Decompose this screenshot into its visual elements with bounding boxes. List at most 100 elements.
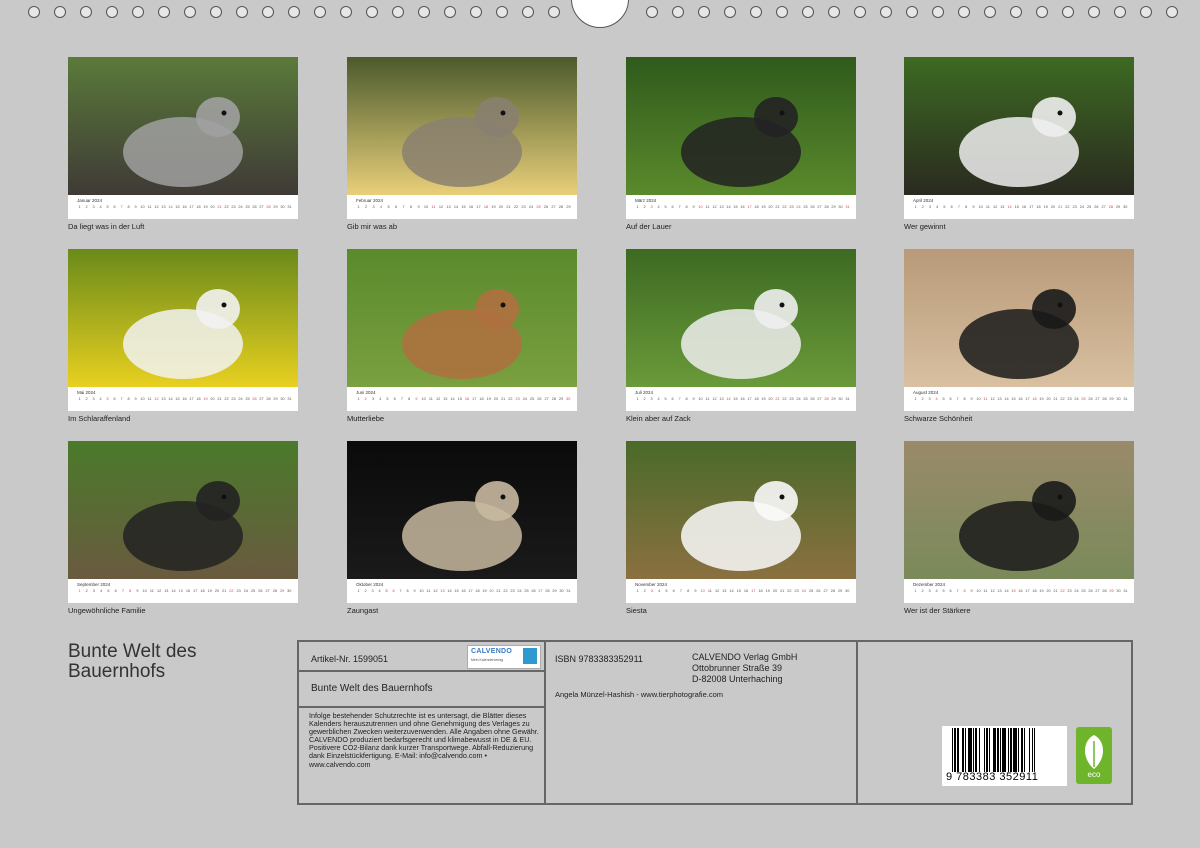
day-number: 12	[438, 205, 444, 209]
day-number: 16	[1021, 205, 1027, 209]
day-number: 18	[758, 589, 763, 593]
binding-ring	[854, 6, 866, 18]
day-number: 17	[472, 397, 477, 401]
day-number: 29	[558, 397, 564, 401]
day-number: 7	[402, 205, 405, 209]
day-number: 16	[743, 589, 749, 593]
day-number: 11	[983, 589, 988, 593]
day-number: 10	[140, 205, 145, 209]
day-number: 26	[531, 589, 536, 593]
day-number: 20	[210, 397, 215, 401]
day-number: 22	[224, 397, 229, 401]
day-number: 6	[949, 589, 952, 593]
isbn: ISBN 9783383352911	[555, 654, 643, 664]
day-number: 20	[210, 205, 215, 209]
day-number: 1	[357, 205, 360, 209]
day-number: 21	[775, 397, 780, 401]
day-number: 7	[956, 397, 959, 401]
day-numbers: 1 2 3 4 5 6 7 8 9 10 11 12 13 14 15 16 17 18 19 20 21 22 23 24 2…	[356, 397, 571, 407]
day-number: 21	[222, 589, 227, 593]
photo-caption: Da liegt was in der Luft	[68, 222, 145, 231]
binding-ring	[470, 6, 482, 18]
month-calendar-strip: Juni 2024 1 2 3 4 5 6 7 8 9 10 11 12 13 14 15 16 17 18 19 20…	[347, 387, 577, 411]
day-number: 12	[433, 589, 438, 593]
day-number: 6	[113, 397, 116, 401]
photo-caption: Im Schlaraffenland	[68, 414, 131, 423]
binding-ring	[418, 6, 430, 18]
day-number: 15	[178, 589, 183, 593]
day-number: 13	[443, 397, 448, 401]
binding-ring	[724, 6, 736, 18]
photo-caption: Gib mir was ab	[347, 222, 398, 231]
day-number: 20	[1050, 205, 1056, 209]
binding-ring	[184, 6, 196, 18]
day-number: 18	[483, 205, 489, 209]
month-name: Januar 2024	[77, 198, 103, 203]
month-calendar-strip: Mai 2024 1 2 3 4 5 6 7 8 9 10 11 12 13 14 15 16 17 18 19 20 2…	[68, 387, 298, 411]
month-name: August 2024	[913, 390, 939, 395]
photo-caption: Zaungast	[347, 606, 379, 615]
day-number: 1	[78, 589, 81, 593]
day-number: 16	[1018, 589, 1023, 593]
day-number: 17	[1025, 589, 1030, 593]
day-number: 12	[154, 205, 159, 209]
day-number: 6	[949, 397, 952, 401]
day-number: 12	[712, 205, 717, 209]
binding-ring	[80, 6, 92, 18]
day-number: 29	[831, 205, 836, 209]
day-number: 7	[399, 589, 402, 593]
day-number: 11	[705, 205, 710, 209]
day-number: 30	[566, 397, 571, 401]
day-number: 25	[1087, 205, 1092, 209]
month-calendar-strip: Dezember 2024 1 2 3 4 5 6 7 8 9 10 11 12 13 14 15 16 17 18…	[904, 579, 1134, 603]
month-12: Dezember 2024 1 2 3 4 5 6 7 8 9 10 11 12 13 14 15 16 17 18…	[904, 441, 1134, 615]
day-number: 21	[501, 397, 506, 401]
photo-caption: Klein aber auf Zack	[626, 414, 691, 423]
day-number: 3	[371, 397, 375, 401]
month-1: Januar 2024 1 2 3 4 5 6 7 8 9 10 11 12 13 14 15 16 17 18 19…	[68, 57, 298, 231]
day-number: 26	[252, 397, 257, 401]
day-number: 8	[685, 205, 688, 209]
day-number: 22	[513, 205, 519, 209]
day-number: 3	[372, 205, 375, 209]
day-number: 20	[768, 397, 773, 401]
day-number: 17	[189, 205, 194, 209]
day-number: 24	[243, 589, 248, 593]
day-number: 25	[251, 589, 256, 593]
day-number: 3	[650, 397, 653, 401]
day-number: 1	[914, 205, 917, 209]
day-number: 27	[1101, 205, 1106, 209]
binding-ring	[522, 6, 534, 18]
day-number: 18	[1032, 589, 1037, 593]
day-number: 10	[423, 205, 429, 209]
day-number: 8	[129, 589, 132, 593]
day-number: 5	[106, 205, 109, 209]
binding-ring	[646, 6, 658, 18]
day-number: 3	[928, 397, 931, 401]
day-number: 3	[650, 205, 653, 209]
day-number: 4	[378, 589, 381, 593]
binding-ring	[314, 6, 326, 18]
day-number: 8	[408, 397, 411, 401]
day-number: 17	[476, 205, 481, 209]
day-number: 28	[830, 589, 835, 593]
day-number: 16	[1018, 397, 1023, 401]
cover-title: Bunte Welt des Bauernhofs	[68, 641, 197, 682]
day-number: 8	[965, 205, 968, 209]
calvendo-logo: CALVENDO Mein Kalenderverlag	[467, 645, 541, 669]
binding-ring	[932, 6, 944, 18]
day-number: 6	[393, 397, 396, 401]
day-number: 6	[114, 589, 117, 593]
day-number: 21	[217, 205, 222, 209]
day-number: 11	[705, 397, 710, 401]
day-number: 17	[1029, 205, 1034, 209]
month-calendar-strip: August 2024 1 2 3 4 5 6 7 8 9 10 11 12 13 14 15 16 17 18 19…	[904, 387, 1134, 411]
day-number: 15	[736, 589, 741, 593]
day-number: 11	[426, 589, 431, 593]
binding-ring	[1036, 6, 1048, 18]
day-number: 20	[493, 397, 499, 401]
day-number: 9	[692, 397, 695, 401]
animal-photo-chick	[626, 249, 856, 387]
day-number: 18	[1032, 397, 1037, 401]
photo-caption: Schwarze Schönheit	[904, 414, 973, 423]
